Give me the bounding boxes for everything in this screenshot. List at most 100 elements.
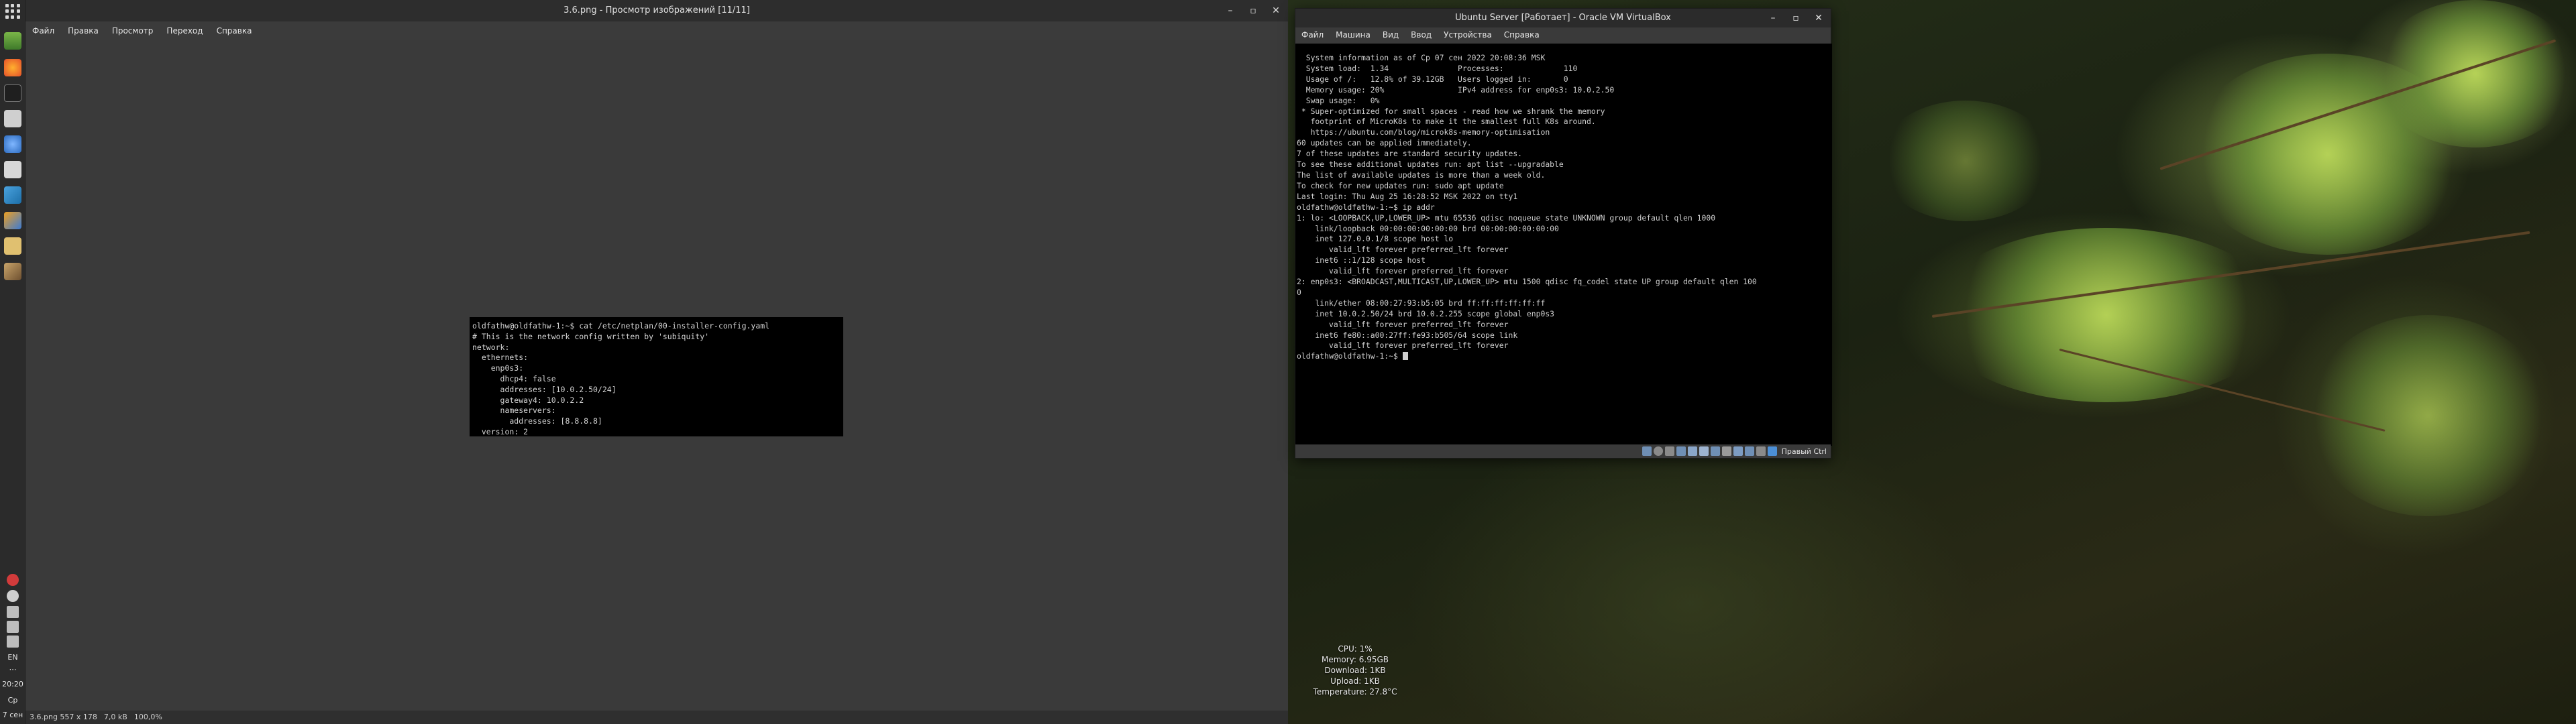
- viewer-window-title: 3.6.png - Просмотр изображений [11/11]: [564, 5, 750, 15]
- vbox-titlebar[interactable]: Ubuntu Server [Работает] - Oracle VM Vir…: [1295, 9, 1831, 27]
- keyboard-icon[interactable]: [1756, 446, 1766, 456]
- download-rate: Download: 1KB: [1324, 666, 1386, 675]
- image-text-line: ethernets:: [472, 353, 529, 363]
- console-line: To see these additional updates run: apt…: [1297, 160, 1564, 170]
- console-line: 0: [1297, 287, 1301, 297]
- vbox-menu-machine[interactable]: Машина: [1330, 27, 1377, 44]
- image-text-line: # This is the network config written by …: [472, 331, 710, 341]
- desktop: EN ⋯ 20:20 Ср 7 сен 3.6.png - Просмотр и…: [0, 0, 2576, 724]
- console-line: footprint of MicroK8s to make it the sma…: [1297, 117, 1596, 127]
- vbox-statusbar: Правый Ctrl: [1295, 444, 1831, 458]
- console-line: 1: lo: <LOOPBACK,UP,LOWER_UP> mtu 65536 …: [1297, 213, 1716, 223]
- mouse-integration-icon[interactable]: [1744, 446, 1754, 456]
- arrow-down-icon[interactable]: [1767, 446, 1777, 456]
- console-line: inet6 ::1/128 scope host: [1297, 255, 1426, 265]
- browser-icon[interactable]: [4, 135, 21, 153]
- system-monitor-widget: CPU: 1% Memory: 6.95GB Download: 1KB Upl…: [1308, 644, 1402, 697]
- tools-icon[interactable]: [4, 212, 21, 229]
- console-line: link/ether 08:00:27:93:b5:05 brd ff:ff:f…: [1297, 298, 1546, 308]
- viewer-canvas[interactable]: oldfathw@oldfathw-1:~$ cat /etc/netplan/…: [25, 40, 1288, 711]
- upload-rate: Upload: 1KB: [1330, 676, 1380, 686]
- clock-date: 7 сен: [2, 711, 23, 719]
- console-prompt-line: oldfathw@oldfathw-1:~$: [1297, 351, 1831, 362]
- hdd-icon[interactable]: [1642, 446, 1652, 456]
- console-line: inet 127.0.0.1/8 scope host lo: [1297, 234, 1454, 244]
- menu-file[interactable]: Файл: [25, 23, 61, 40]
- vbox-close-button[interactable]: ✕: [1812, 11, 1825, 25]
- console-line: System information as of Ср 07 сен 2022 …: [1297, 53, 1546, 62]
- shield-icon[interactable]: [7, 590, 19, 602]
- status-filesize: 7,0 kB: [103, 713, 127, 721]
- clock-time[interactable]: 20:20: [0, 680, 25, 688]
- console-line: To check for new updates run: sudo apt u…: [1297, 180, 1504, 190]
- audio-icon[interactable]: [1664, 446, 1674, 456]
- status-filename: 3.6.png 557 x 178: [30, 713, 97, 721]
- drive-icon[interactable]: [7, 606, 19, 618]
- firefox-icon[interactable]: [4, 59, 21, 76]
- viewer-titlebar[interactable]: 3.6.png - Просмотр изображений [11/11] –…: [25, 0, 1288, 21]
- menu-help[interactable]: Справка: [210, 23, 259, 40]
- console-line: Swap usage: 0%: [1297, 95, 1380, 105]
- image-text-line: dhcp4: false: [472, 373, 556, 383]
- mail-icon[interactable]: [7, 574, 19, 586]
- viewer-menubar: Файл Правка Просмотр Переход Справка: [25, 23, 258, 40]
- text-cursor: [1402, 352, 1408, 361]
- console-line: * Super-optimized for small spaces - rea…: [1297, 106, 1605, 116]
- vbox-menu-file[interactable]: Файл: [1295, 27, 1330, 44]
- minimize-button[interactable]: –: [1224, 4, 1237, 17]
- video-capture-icon[interactable]: [1721, 446, 1731, 456]
- keyboard-layout[interactable]: EN: [0, 653, 25, 662]
- image-viewer-window: 3.6.png - Просмотр изображений [11/11] –…: [25, 0, 1288, 724]
- console-line: https://ubuntu.com/blog/microk8s-memory-…: [1297, 127, 1550, 137]
- menu-edit[interactable]: Правка: [61, 23, 105, 40]
- vbox-window-title: Ubuntu Server [Работает] - Oracle VM Vir…: [1455, 13, 1671, 23]
- vbox-menu-help[interactable]: Справка: [1498, 27, 1546, 44]
- vbox-menu-devices[interactable]: Устройства: [1438, 27, 1498, 44]
- image-text-line: nameservers:: [472, 406, 556, 416]
- volume-icon[interactable]: [7, 636, 19, 648]
- console-line: Usage of /: 12.8% of 39.12GB Users logge…: [1297, 74, 1568, 84]
- console-line: inet 10.0.2.50/24 brd 10.0.2.255 scope g…: [1297, 308, 1555, 318]
- usb-icon[interactable]: [1687, 446, 1697, 456]
- memory-usage: Memory: 6.95GB: [1321, 655, 1389, 664]
- console-line: 60 updates can be applied immediately.: [1297, 138, 1472, 148]
- close-button[interactable]: ✕: [1269, 4, 1283, 17]
- image-text-line: addresses: [8.8.8.8]: [472, 416, 602, 426]
- maximize-button[interactable]: ▫: [1246, 4, 1260, 17]
- console-line: 7 of these updates are standard security…: [1297, 149, 1523, 159]
- console-line: Memory usage: 20% IPv4 address for enp0s…: [1297, 84, 1615, 95]
- shared-folders-icon[interactable]: [1699, 446, 1709, 456]
- vbox-maximize-button[interactable]: ▫: [1789, 11, 1803, 25]
- image-text-line: version: 2: [472, 426, 529, 436]
- host-key-label: Правый Ctrl: [1781, 446, 1827, 456]
- console-line: The list of available updates is more th…: [1297, 170, 1546, 180]
- vbox-minimize-button[interactable]: –: [1766, 11, 1780, 25]
- virtualbox-window: Ubuntu Server [Работает] - Oracle VM Vir…: [1295, 8, 1832, 459]
- image-text-line: enp0s3:: [472, 363, 524, 373]
- text-editor-icon[interactable]: [4, 237, 21, 255]
- files-icon[interactable]: [4, 110, 21, 127]
- virtualbox-icon[interactable]: [4, 263, 21, 280]
- console-line: valid_lft forever preferred_lft forever: [1297, 245, 1509, 255]
- viewer-statusbar: 3.6.png 557 x 178 7,0 kB 100,0%: [25, 711, 1288, 724]
- console-line: valid_lft forever preferred_lft forever: [1297, 266, 1509, 276]
- network-icon[interactable]: [1676, 446, 1686, 456]
- cpu-icon[interactable]: [1733, 446, 1743, 456]
- terminal-icon[interactable]: [4, 84, 21, 102]
- settings-icon[interactable]: [4, 161, 21, 178]
- optical-drive-icon[interactable]: [1653, 446, 1663, 456]
- console-line: Last login: Thu Aug 25 16:28:52 MSK 2022…: [1297, 191, 1518, 201]
- screenshot-icon[interactable]: [4, 186, 21, 204]
- console-line: oldfathw@oldfathw-1:~$ ip addr: [1297, 202, 1435, 212]
- vbox-menu-input[interactable]: Ввод: [1405, 27, 1438, 44]
- image-viewer-icon[interactable]: [4, 32, 21, 50]
- display-icon[interactable]: [1710, 446, 1720, 456]
- vbox-menu-view[interactable]: Вид: [1377, 27, 1405, 44]
- more-icon[interactable]: ⋯: [0, 665, 25, 674]
- pen-icon[interactable]: [7, 621, 19, 633]
- vm-console[interactable]: System information as of Ср 07 сен 2022 …: [1295, 44, 1832, 446]
- menu-view[interactable]: Просмотр: [105, 23, 160, 40]
- apps-menu-icon[interactable]: [5, 4, 20, 19]
- menu-go[interactable]: Переход: [160, 23, 209, 40]
- image-text-line: gateway4: 10.0.2.2: [472, 395, 584, 405]
